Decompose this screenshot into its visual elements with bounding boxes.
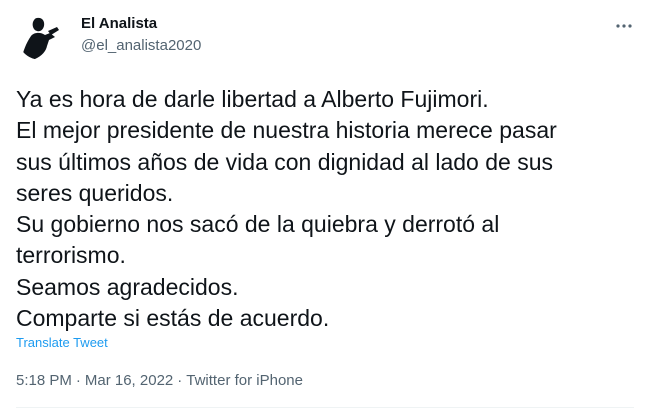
tweet-text-line: Seamos agradecidos. (16, 273, 239, 300)
meta-separator: · (75, 372, 81, 389)
tweet-text-line: Su gobierno nos sacó de la quiebra y der… (16, 211, 500, 238)
tweet-card: El Analista @el_analista2020 Ya es hora … (0, 0, 650, 412)
tweet-text-line: Comparte si estás de acuerdo. (16, 305, 330, 332)
tweet-text-line: Ya es hora de darle libertad a Alberto F… (16, 86, 489, 112)
silhouette-reading-icon (21, 17, 59, 60)
author-handle[interactable]: @el_analista2020 (81, 36, 201, 56)
avatar[interactable] (17, 12, 65, 60)
divider (16, 407, 634, 408)
more-options-button[interactable] (612, 14, 636, 38)
tweet-text-line: sus últimos años de vida con dignidad al… (16, 148, 554, 175)
tweet-metadata: 5:18 PM · Mar 16, 2022 · Twitter for iPhone (16, 371, 303, 391)
meta-separator: · (177, 372, 183, 389)
tweet-text: Ya es hora de darle libertad a Alberto F… (16, 84, 636, 334)
tweet-text-line: seres queridos. (16, 179, 174, 206)
more-horizontal-icon (616, 24, 632, 28)
author-block: El Analista @el_analista2020 (81, 14, 201, 56)
tweet-date[interactable]: Mar 16, 2022 (85, 372, 173, 389)
tweet-source[interactable]: Twitter for iPhone (186, 372, 303, 389)
tweet-time[interactable]: 5:18 PM (16, 372, 72, 389)
translate-tweet-link[interactable]: Translate Tweet (16, 335, 108, 351)
tweet-text-line: terrorismo. (16, 242, 126, 269)
tweet-text-line: El mejor presidente de nuestra historia … (16, 117, 557, 144)
author-display-name[interactable]: El Analista (81, 14, 201, 34)
